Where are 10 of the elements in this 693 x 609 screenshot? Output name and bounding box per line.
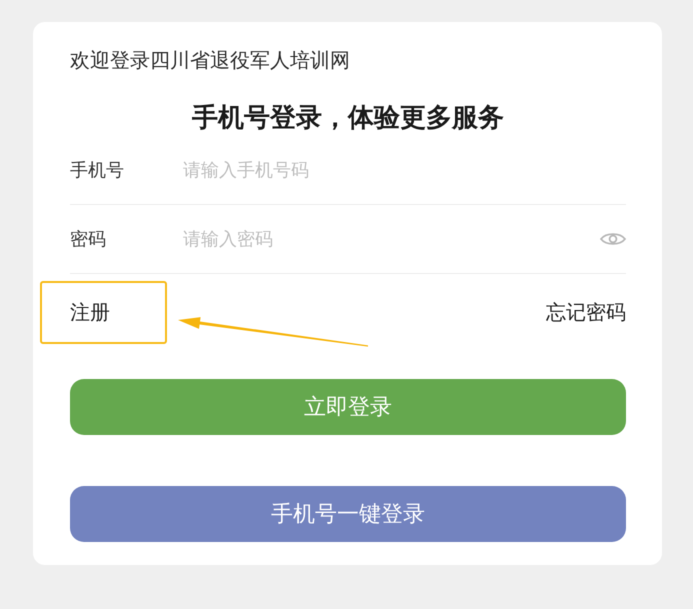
eye-icon[interactable] xyxy=(600,231,626,247)
welcome-text: 欢迎登录四川省退役军人培训网 xyxy=(70,47,350,74)
forgot-password-link[interactable]: 忘记密码 xyxy=(546,299,626,326)
page-heading: 手机号登录，体验更多服务 xyxy=(192,102,504,135)
input-field[interactable]: 请输入手机号码 xyxy=(183,155,626,185)
register-link[interactable]: 注册 xyxy=(70,299,110,326)
input-field[interactable]: 请输入密码 xyxy=(183,224,600,254)
quick-login-button[interactable]: 手机号一键登录 xyxy=(70,486,626,542)
field-label: 手机号 xyxy=(70,159,125,182)
field-label: 密码 xyxy=(70,228,107,251)
